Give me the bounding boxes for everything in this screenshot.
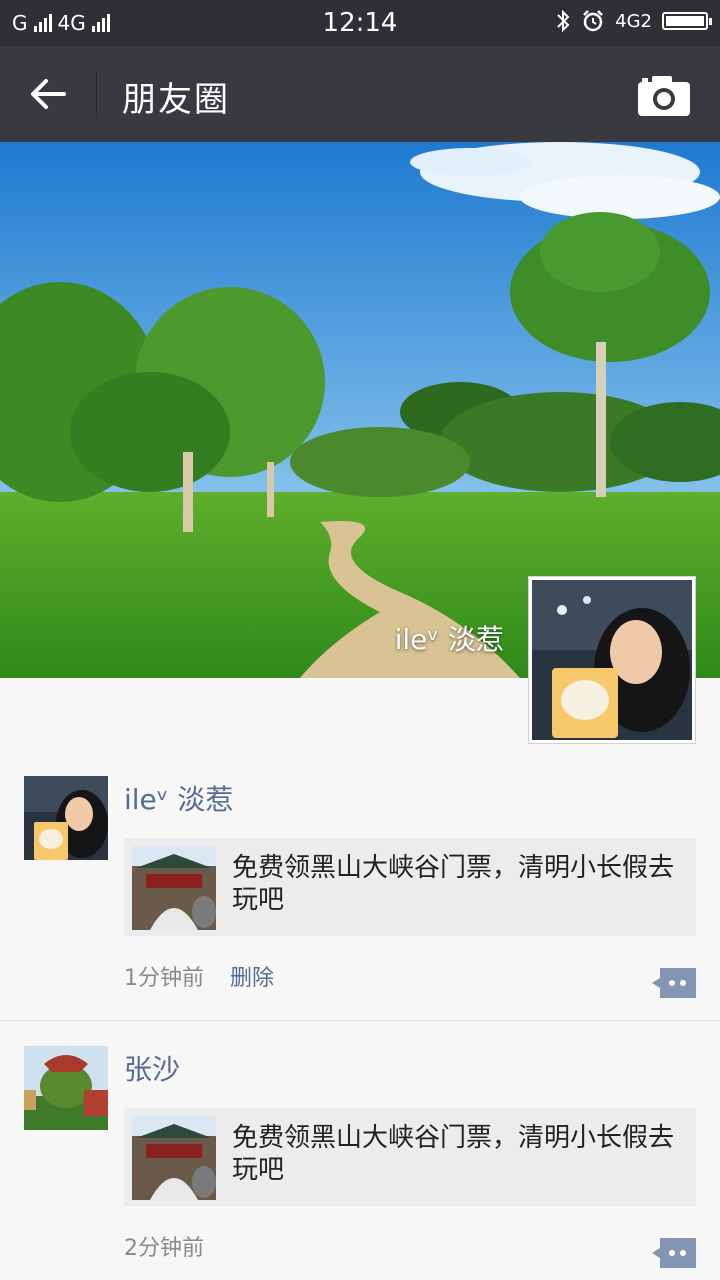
post-author[interactable]: 张沙: [124, 1048, 180, 1088]
back-arrow-icon[interactable]: [22, 68, 74, 120]
comment-icon[interactable]: [652, 1238, 696, 1268]
nav-divider: [96, 70, 97, 118]
shared-link-card[interactable]: 免费领黑山大峡谷门票，清明小长假去玩吧: [124, 838, 696, 936]
bluetooth-icon: [557, 9, 570, 33]
post-time: 2分钟前: [124, 1236, 204, 1261]
link-title: 免费领黑山大峡谷门票，清明小长假去玩吧: [232, 853, 675, 915]
camera-icon[interactable]: [634, 70, 694, 120]
status-bar: G 4G 12:14 4G2: [0, 0, 720, 46]
post-avatar[interactable]: [24, 1046, 108, 1130]
moment-post: ileᵛ 淡惹 免费领黑山大峡谷门票，清明小长假去玩吧 1分钟前 删除: [0, 770, 720, 1021]
post-author[interactable]: ileᵛ 淡惹: [124, 778, 233, 818]
avatar-photo: [24, 1046, 108, 1130]
alarm-icon: [583, 10, 604, 32]
link-thumbnail: [132, 846, 216, 930]
avatar-photo: [24, 776, 108, 860]
delete-button[interactable]: 删除: [230, 960, 274, 992]
page-title: 朋友圈: [122, 80, 230, 120]
comment-icon[interactable]: [652, 968, 696, 998]
profile-avatar[interactable]: [528, 576, 696, 744]
link-thumbnail: [132, 1116, 216, 1200]
post-avatar[interactable]: [24, 776, 108, 860]
status-icons: 4G2: [555, 9, 712, 33]
nav-bar: 朋友圈: [0, 46, 720, 142]
link-title: 免费领黑山大峡谷门票，清明小长假去玩吧: [232, 1123, 675, 1185]
battery-icon: [662, 12, 712, 30]
post-time: 1分钟前: [124, 966, 204, 991]
cover-username: ileᵛ 淡惹: [394, 623, 504, 656]
avatar-photo: [532, 580, 692, 740]
network-2-label: 4G2: [615, 10, 652, 32]
shared-link-card[interactable]: 免费领黑山大峡谷门票，清明小长假去玩吧: [124, 1108, 696, 1206]
moment-post: 张沙 免费领黑山大峡谷门票，清明小长假去玩吧 2分钟前: [0, 1040, 720, 1280]
